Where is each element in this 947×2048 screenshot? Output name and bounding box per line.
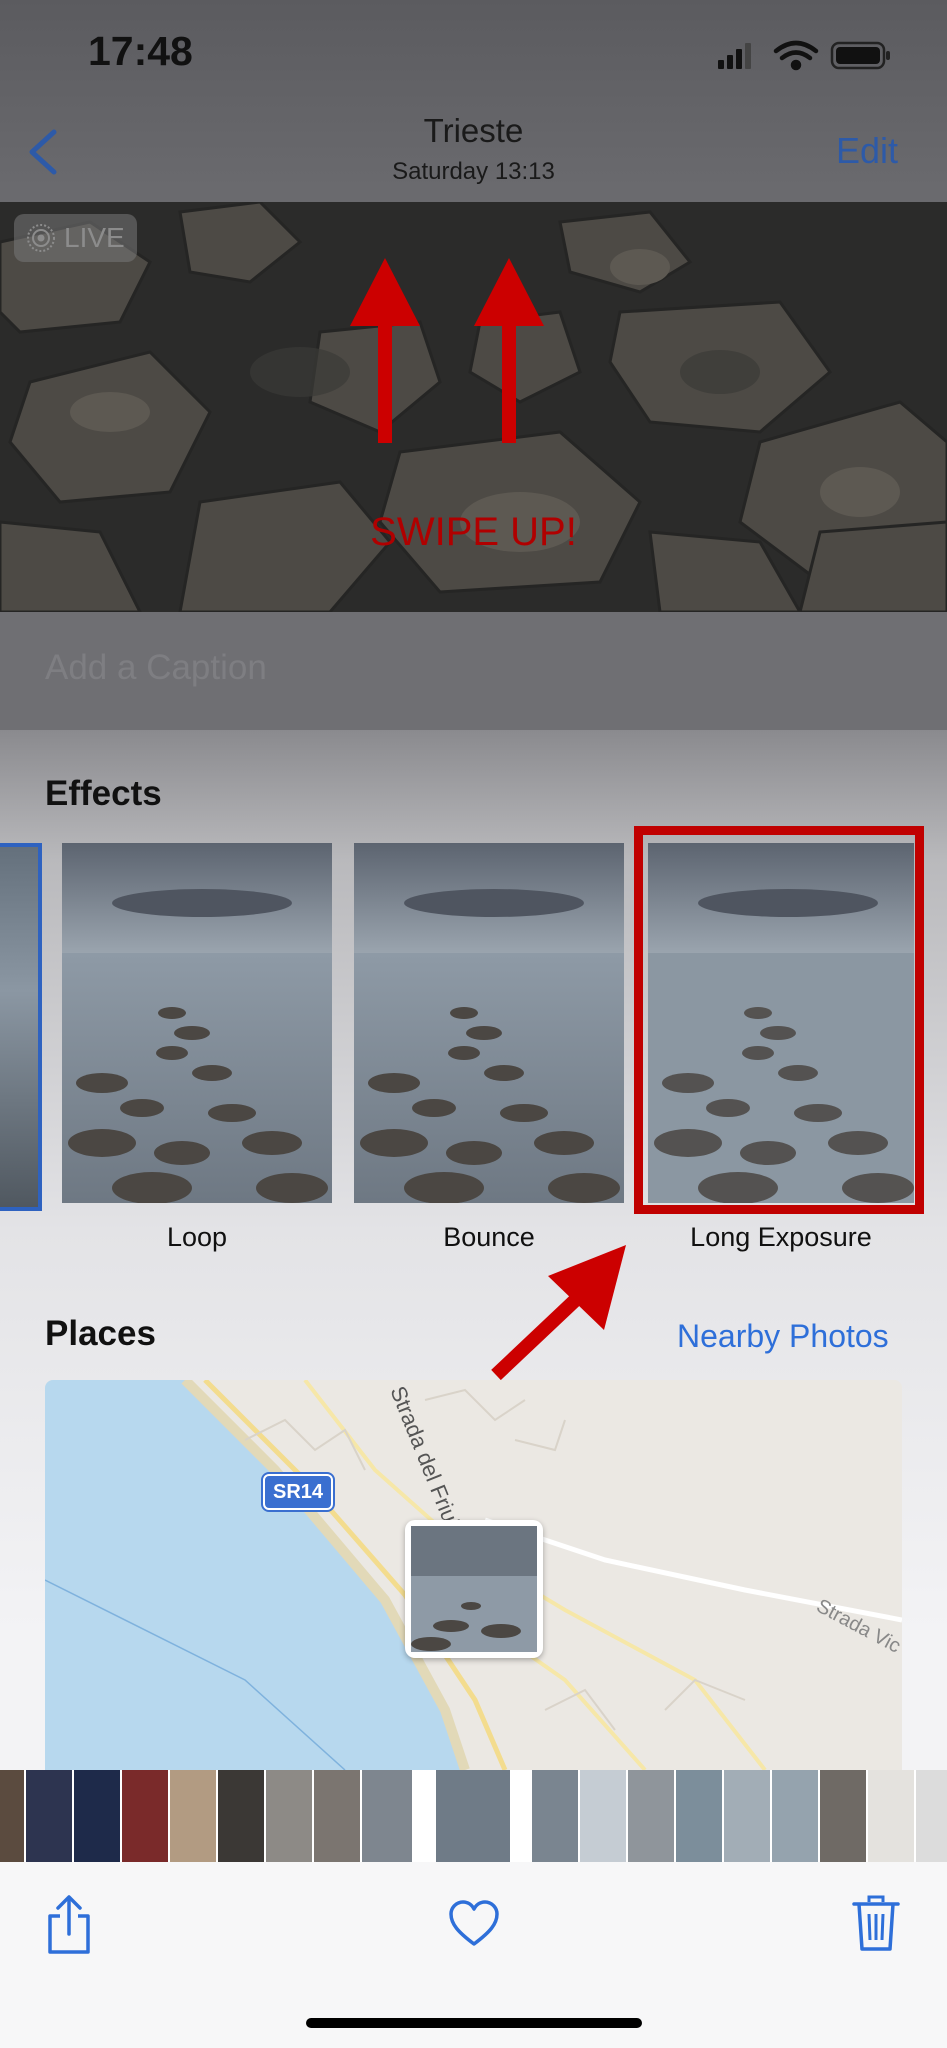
annotation-arrow [486, 1240, 636, 1381]
status-time: 17:48 [88, 28, 193, 74]
filmstrip-thumb[interactable] [676, 1770, 722, 1862]
favorite-button[interactable] [448, 1900, 500, 1948]
live-label: LIVE [64, 222, 125, 253]
filmstrip-thumb-current[interactable] [436, 1770, 510, 1862]
trash-icon [852, 1895, 900, 1951]
share-icon [48, 1895, 90, 1954]
filmstrip-thumb[interactable] [868, 1770, 914, 1862]
filmstrip-thumb[interactable] [26, 1770, 72, 1862]
effect-live-thumbnail-partial[interactable] [0, 843, 42, 1211]
caption-field[interactable]: Add a Caption [45, 648, 267, 688]
effects-title: Effects [45, 774, 162, 813]
home-indicator[interactable] [306, 2018, 642, 2028]
filmstrip-thumb[interactable] [580, 1770, 626, 1862]
effect-loop-label: Loop [166, 1222, 228, 1252]
battery-icon [830, 41, 890, 70]
delete-button[interactable] [852, 1894, 900, 1952]
photo-filmstrip[interactable] [0, 1770, 947, 1862]
share-button[interactable] [44, 1894, 94, 1956]
nearby-photos-link[interactable]: Nearby Photos [677, 1318, 889, 1355]
effect-bounce-thumbnail[interactable] [354, 843, 624, 1203]
filmstrip-thumb[interactable] [724, 1770, 770, 1862]
status-icons [716, 38, 896, 72]
places-title: Places [45, 1314, 156, 1353]
filmstrip-thumb[interactable] [628, 1770, 674, 1862]
filmstrip-thumb[interactable] [314, 1770, 360, 1862]
heart-icon [449, 1900, 499, 1946]
swipe-up-arrows [340, 258, 560, 448]
long-exposure-highlight-box [634, 826, 924, 1214]
filmstrip-thumb[interactable] [122, 1770, 168, 1862]
effect-loop-thumbnail[interactable] [62, 843, 332, 1203]
nav-title: Trieste [423, 112, 524, 149]
edit-button[interactable]: Edit [836, 130, 898, 172]
live-badge[interactable]: LIVE [14, 214, 137, 262]
filmstrip-thumb[interactable] [772, 1770, 818, 1862]
filmstrip-thumb[interactable] [74, 1770, 120, 1862]
filmstrip-thumb[interactable] [820, 1770, 866, 1862]
nav-subtitle: Saturday 13:13 [392, 158, 555, 185]
cellular-signal-icon [718, 43, 751, 69]
swipe-up-annotation: SWIPE UP! [370, 510, 577, 554]
wifi-icon [773, 40, 819, 71]
map-photo-pin[interactable] [405, 1520, 543, 1658]
route-badge: SR14 [263, 1474, 333, 1510]
filmstrip-thumb[interactable] [532, 1770, 578, 1862]
filmstrip-thumb[interactable] [266, 1770, 312, 1862]
filmstrip-thumb[interactable] [170, 1770, 216, 1862]
live-photo-icon [27, 224, 55, 252]
filmstrip-thumb[interactable] [362, 1770, 412, 1862]
places-map[interactable]: Strada del Friuli Strada Vic SR14 [45, 1380, 902, 1770]
effect-long-exposure-label: Long Exposure [690, 1222, 872, 1252]
filmstrip-thumb[interactable] [916, 1770, 947, 1862]
filmstrip-thumb[interactable] [218, 1770, 264, 1862]
filmstrip-thumb[interactable] [0, 1770, 24, 1862]
